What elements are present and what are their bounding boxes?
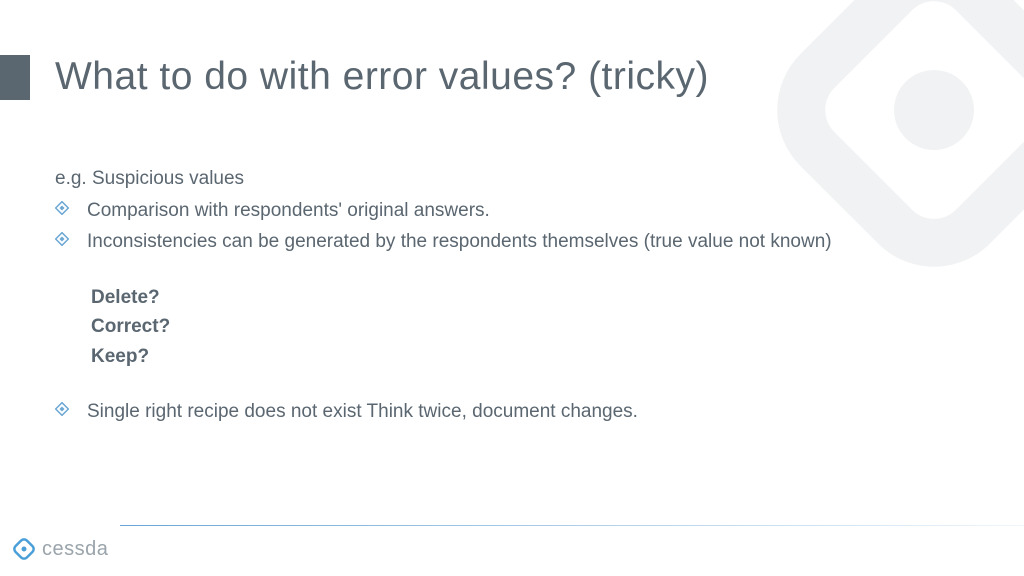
bullet-item: Single right recipe does not exist Think… — [55, 398, 964, 426]
logo-text: cessda — [42, 538, 108, 561]
cessda-logo-icon — [12, 537, 36, 561]
diamond-bullet-icon — [55, 402, 69, 416]
cessda-logo: cessda — [12, 537, 108, 561]
slide-title: What to do with error values? (tricky) — [55, 55, 709, 99]
bullet-text: Single right recipe does not exist Think… — [87, 398, 964, 426]
bullet-item: Comparison with respondents' original an… — [55, 197, 964, 225]
footer-divider — [120, 525, 1024, 526]
diamond-bullet-icon — [55, 232, 69, 246]
bold-questions-block: Delete? Correct? Keep? — [91, 284, 964, 371]
content-subtitle: e.g. Suspicious values — [55, 165, 964, 193]
bullet-item: Inconsistencies can be generated by the … — [55, 228, 964, 256]
bullet-text: Inconsistencies can be generated by the … — [87, 228, 964, 256]
bullet-text: Comparison with respondents' original an… — [87, 197, 964, 225]
title-accent-bar — [0, 55, 30, 100]
slide-content: e.g. Suspicious values Comparison with r… — [55, 165, 964, 430]
bold-question: Correct? — [91, 313, 964, 341]
bold-question: Keep? — [91, 343, 964, 371]
bold-question: Delete? — [91, 284, 964, 312]
diamond-bullet-icon — [55, 201, 69, 215]
